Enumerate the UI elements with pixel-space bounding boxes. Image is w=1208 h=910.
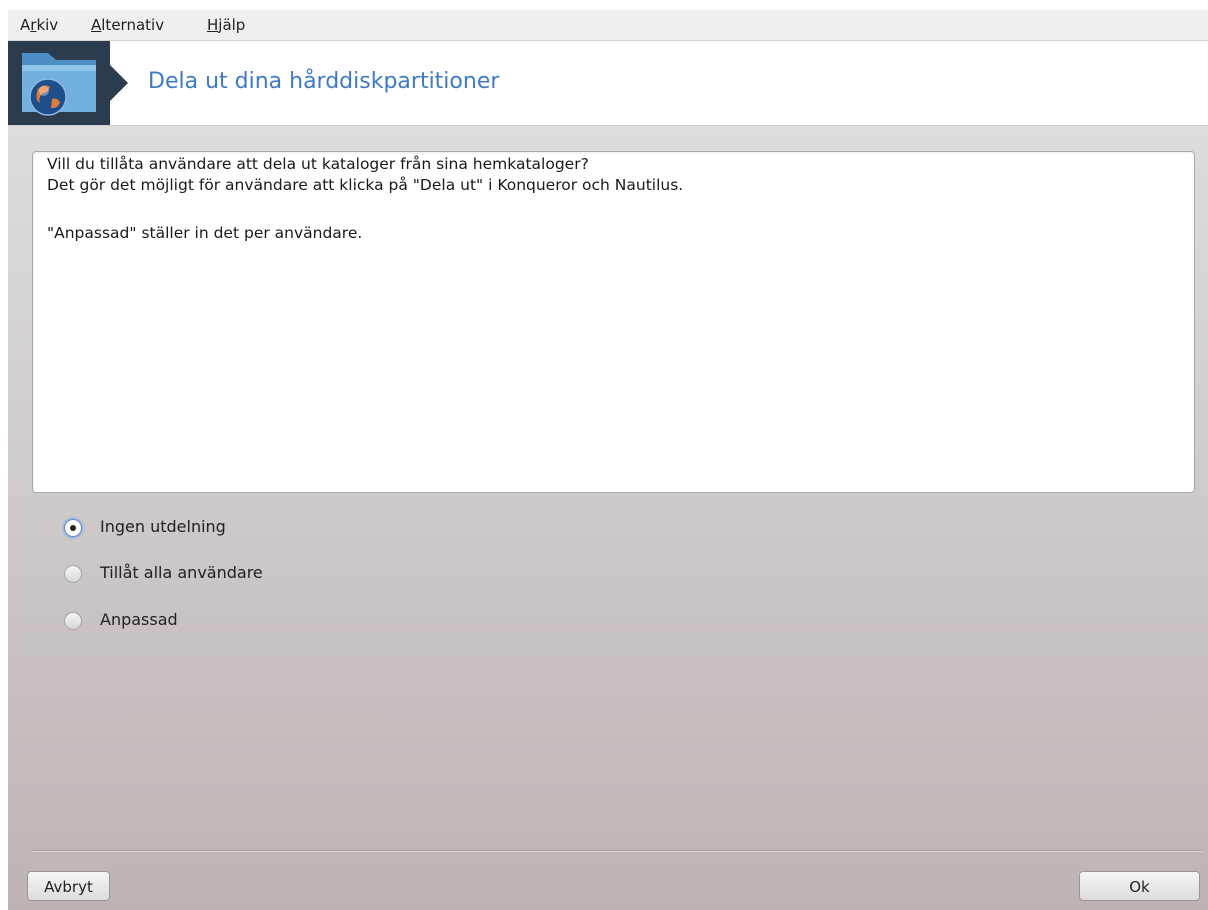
menu-alternativ-post: lternativ	[101, 16, 165, 34]
menu-alternativ[interactable]: Alternativ	[91, 16, 164, 34]
header-arrow	[110, 65, 128, 101]
radio-button[interactable]	[64, 612, 82, 630]
menu-arkiv-pre: A	[20, 16, 31, 34]
description-line-2: Det gör det möjligt för användare att kl…	[47, 176, 684, 194]
radio-dot	[70, 525, 76, 531]
menu-arkiv-post: kiv	[36, 16, 59, 34]
menu-hjalp-mnemonic: H	[207, 16, 219, 34]
main-panel: Vill du tillåta användare att dela ut ka…	[8, 126, 1208, 910]
description-line-3: "Anpassad" ställer in det per användare.	[47, 224, 363, 242]
description-textbox[interactable]: Vill du tillåta användare att dela ut ka…	[32, 151, 1195, 493]
radio-button-checked[interactable]	[64, 519, 82, 537]
ok-button[interactable]: Ok	[1079, 871, 1200, 901]
radio-label: Tillåt alla användare	[100, 563, 263, 582]
radio-label: Ingen utdelning	[100, 517, 226, 536]
menu-alternativ-mnemonic: A	[91, 16, 102, 34]
footer-separator	[32, 850, 1202, 852]
menu-arkiv[interactable]: Arkiv	[20, 16, 58, 34]
cancel-button[interactable]: Avbryt	[27, 871, 110, 901]
folder-globe-icon	[22, 53, 96, 116]
header-icon-panel	[8, 41, 110, 125]
description-line-1: Vill du tillåta användare att dela ut ka…	[47, 155, 589, 173]
header-banner: Dela ut dina hårddiskpartitioner	[8, 41, 1208, 126]
menu-hjalp-post: jälp	[218, 16, 246, 34]
radio-button[interactable]	[64, 565, 82, 583]
menu-hjalp[interactable]: Hjälp	[207, 16, 245, 34]
menu-bar: Arkiv Alternativ Hjälp	[8, 10, 1208, 41]
page-title: Dela ut dina hårddiskpartitioner	[148, 69, 500, 94]
radio-label: Anpassad	[100, 610, 178, 629]
